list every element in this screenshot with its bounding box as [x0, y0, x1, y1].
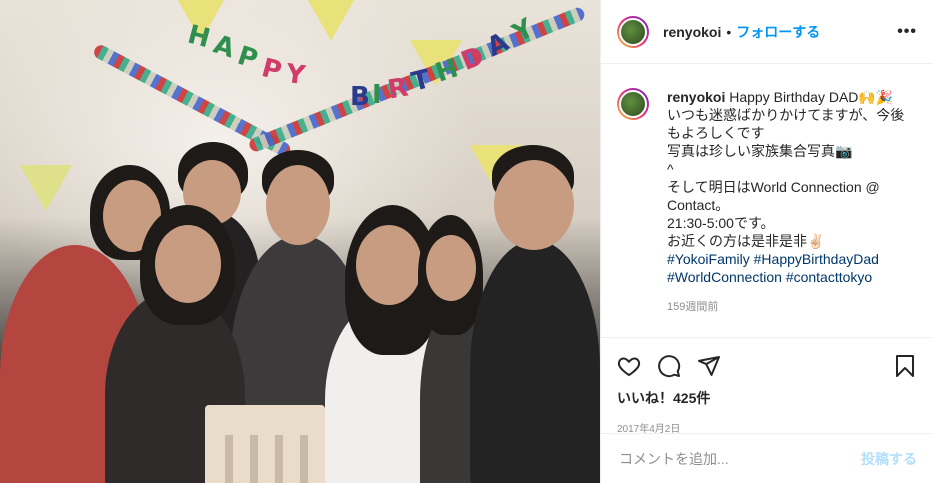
action-bar: いいね！425件 2017年4月2日: [601, 337, 933, 435]
comment-icon[interactable]: [657, 354, 681, 378]
hashtag-list: #YokoiFamily #HappyBirthdayDad #WorldCon…: [667, 250, 917, 286]
follow-button[interactable]: フォローする: [736, 22, 820, 42]
comment-input[interactable]: [617, 449, 861, 468]
banner-letter: Y: [284, 58, 307, 92]
hashtag-link[interactable]: #WorldConnection: [667, 269, 782, 285]
post-header: renyokoi • フォローする •••: [601, 0, 933, 64]
username-link[interactable]: renyokoi: [663, 24, 721, 40]
bookmark-icon[interactable]: [893, 354, 917, 378]
share-icon[interactable]: [697, 354, 721, 378]
instagram-post: H A P P Y B I R T H D A Y renyokoi • フォロ…: [0, 0, 933, 483]
comment-box: 投稿する: [601, 433, 933, 483]
avatar[interactable]: [617, 15, 649, 48]
heart-icon[interactable]: [617, 354, 641, 378]
time-ago: 159週間前: [667, 301, 719, 313]
post-photo[interactable]: H A P P Y B I R T H D A Y: [0, 0, 600, 483]
caption-username[interactable]: renyokoi: [667, 89, 725, 105]
post-comment-button[interactable]: 投稿する: [861, 449, 917, 469]
person-face: [426, 235, 476, 301]
banner-letter: B: [350, 82, 370, 112]
chair: [205, 405, 325, 483]
hashtag-link[interactable]: #HappyBirthdayDad: [754, 251, 879, 267]
caption-avatar[interactable]: [617, 88, 649, 120]
more-options-button[interactable]: •••: [897, 23, 917, 41]
person-face: [155, 225, 221, 303]
caption-body: Happy Birthday DAD🙌🎉 いつも迷惑ばかりかけてますが、今後もよ…: [667, 89, 905, 249]
like-count[interactable]: いいね！425件: [617, 388, 917, 408]
person-face: [356, 225, 422, 305]
separator-dot: •: [726, 23, 732, 40]
person-face: [266, 165, 330, 245]
hashtag-link[interactable]: #contacttokyo: [786, 269, 872, 285]
post-panel: renyokoi • フォローする ••• renyokoi Happy Bir…: [600, 0, 933, 483]
caption: renyokoi Happy Birthday DAD🙌🎉 いつも迷惑ばかりかけ…: [601, 64, 933, 337]
caption-text: renyokoi Happy Birthday DAD🙌🎉 いつも迷惑ばかりかけ…: [667, 88, 917, 250]
person-body: [470, 240, 600, 483]
bunting-flag: [20, 165, 72, 211]
bunting-flag: [305, 0, 357, 41]
banner-letter: I: [372, 80, 382, 110]
person-face: [494, 160, 574, 250]
hashtag-link[interactable]: #YokoiFamily: [667, 251, 750, 267]
